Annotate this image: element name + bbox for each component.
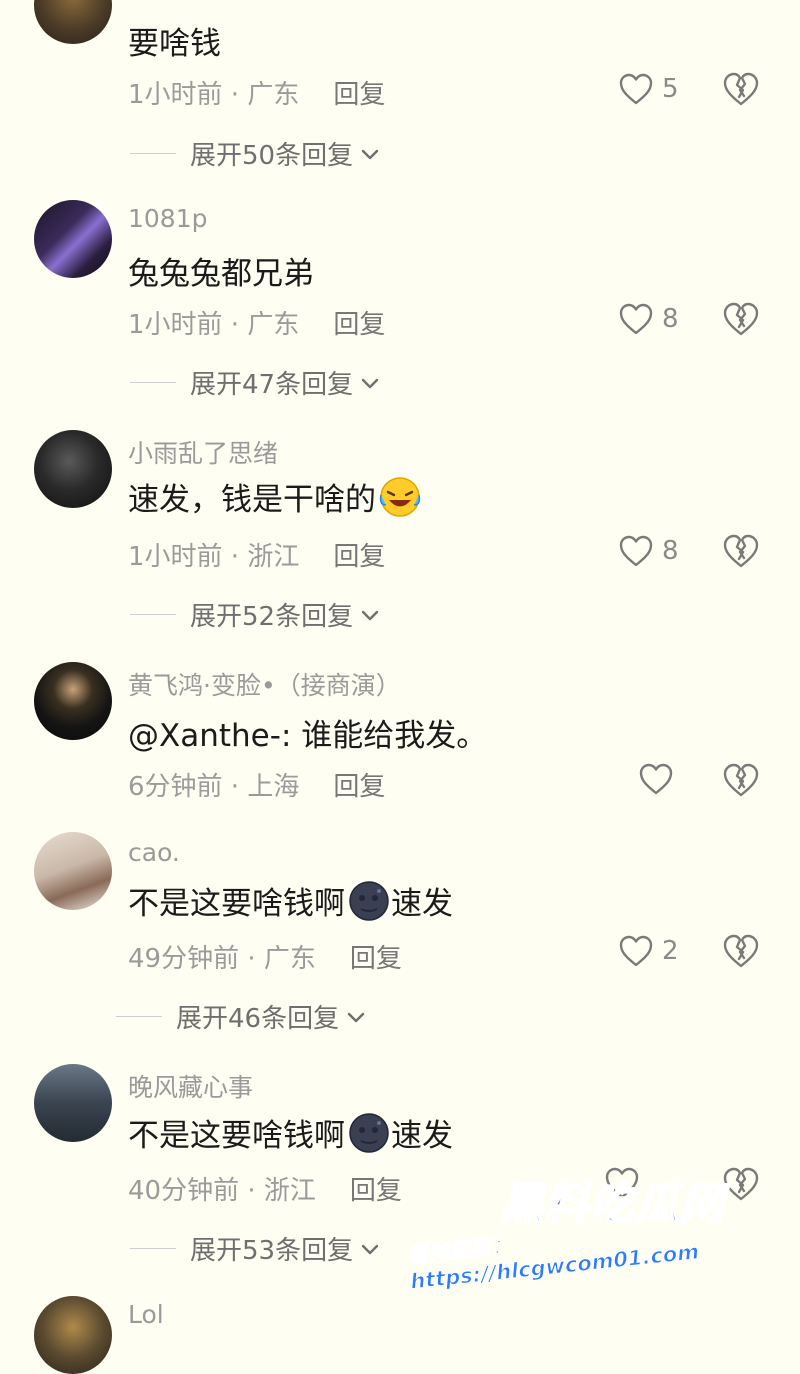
chevron-down-icon (345, 1006, 367, 1028)
like-count: 2 (662, 936, 679, 966)
reply-button[interactable]: 回复 (333, 542, 385, 572)
avatar[interactable] (34, 0, 112, 44)
comment-location: 浙江 (263, 1176, 316, 1206)
comment-meta: 6分钟前 · 上海 回复 (128, 772, 386, 802)
new-moon-face-emoji (349, 880, 389, 921)
comment-time: 6分钟前 (128, 772, 223, 802)
expand-replies-button[interactable]: 展开46条回复 (116, 998, 367, 1035)
comment-location: 浙江 (247, 542, 300, 572)
avatar[interactable] (34, 1296, 112, 1374)
divider-line (130, 614, 176, 615)
divider-line (130, 1248, 176, 1249)
comment-meta: 1小时前 · 广东 回复 (128, 80, 386, 110)
like-button[interactable]: 2 (618, 934, 679, 968)
broken-heart-icon[interactable] (722, 71, 760, 107)
comment-time: 1小时前 (128, 542, 223, 572)
comment-location: 上海 (247, 772, 300, 802)
username[interactable]: cao. (128, 838, 180, 867)
comment-text: @Xanthe-: 谁能给我发。 (128, 718, 488, 754)
like-button[interactable]: 5 (618, 72, 679, 106)
divider-line (130, 153, 176, 154)
like-count: 8 (662, 304, 679, 334)
expand-replies-label: 展开52条回复 (190, 602, 354, 632)
avatar[interactable] (34, 832, 112, 910)
heart-icon (618, 534, 654, 568)
comment-location: 广东 (247, 310, 300, 340)
chevron-down-icon (359, 143, 381, 165)
comment-time: 1小时前 (128, 310, 223, 340)
reply-button[interactable]: 回复 (333, 80, 385, 110)
reply-button[interactable]: 回复 (350, 944, 402, 974)
broken-heart-icon[interactable] (722, 301, 760, 337)
expand-replies-button[interactable]: 展开53条回复 (130, 1230, 381, 1267)
like-count: 8 (662, 536, 679, 566)
avatar[interactable] (34, 662, 112, 740)
comment-time: 1小时前 (128, 80, 223, 110)
expand-replies-label: 展开50条回复 (190, 141, 354, 171)
comment-meta: 1小时前 · 广东 回复 (128, 310, 386, 340)
chevron-down-icon (359, 372, 381, 394)
avatar[interactable] (34, 430, 112, 508)
reply-button[interactable]: 回复 (350, 1176, 402, 1206)
expand-replies-button[interactable]: 展开52条回复 (130, 596, 381, 633)
comment-meta: 40分钟前 · 浙江 回复 (128, 1176, 402, 1206)
like-button[interactable] (638, 762, 674, 796)
broken-heart-icon[interactable] (722, 933, 760, 969)
heart-icon (618, 302, 654, 336)
comment-time: 49分钟前 (128, 944, 240, 974)
comment-time: 40分钟前 (128, 1176, 240, 1206)
expand-replies-label: 展开46条回复 (176, 1004, 340, 1034)
comment-text: 不是这要啥钱啊 速发 (128, 878, 453, 923)
chevron-down-icon (359, 604, 381, 626)
expand-replies-label: 展开53条回复 (190, 1236, 354, 1266)
broken-heart-icon[interactable] (722, 762, 760, 798)
heart-icon (618, 934, 654, 968)
expand-replies-label: 展开47条回复 (190, 370, 354, 400)
expand-replies-button[interactable]: 展开50条回复 (130, 135, 381, 172)
avatar[interactable] (34, 200, 112, 278)
comment-meta: 49分钟前 · 广东 回复 (128, 944, 402, 974)
heart-icon (618, 72, 654, 106)
username[interactable]: 1081p (128, 204, 208, 233)
comment-meta: 1小时前 · 浙江 回复 (128, 542, 386, 572)
watermark: 黑料吃瓜网 看完整版：https://hlcgwcom01.com (400, 1160, 800, 1310)
comment-location: 广东 (247, 80, 300, 110)
like-button[interactable]: 8 (618, 534, 679, 568)
laughing-crying-emoji (379, 476, 421, 517)
divider-line (116, 1016, 162, 1017)
reply-button[interactable]: 回复 (333, 772, 385, 802)
like-button[interactable]: 8 (618, 302, 679, 336)
comment-text: 速发，钱是干啥的 (128, 474, 422, 519)
comment-text: 不是这要啥钱啊 速发 (128, 1110, 453, 1155)
comment-text: 兔兔兔都兄弟 (128, 256, 314, 292)
reply-button[interactable]: 回复 (333, 310, 385, 340)
comment-text: 要啥钱 (128, 26, 221, 62)
username[interactable]: Lol (128, 1300, 164, 1329)
expand-replies-button[interactable]: 展开47条回复 (130, 364, 381, 401)
broken-heart-icon[interactable] (722, 533, 760, 569)
like-count: 5 (662, 74, 679, 104)
comment-location: 广东 (263, 944, 316, 974)
new-moon-face-emoji (349, 1112, 389, 1153)
chevron-down-icon (359, 1238, 381, 1260)
username[interactable]: 黄飞鸿·变脸•（接商演） (128, 666, 401, 702)
divider-line (130, 382, 176, 383)
username[interactable]: 小雨乱了思绪 (128, 434, 278, 470)
avatar[interactable] (34, 1064, 112, 1142)
heart-icon (638, 762, 674, 796)
username[interactable]: 晚风藏心事 (128, 1068, 253, 1104)
